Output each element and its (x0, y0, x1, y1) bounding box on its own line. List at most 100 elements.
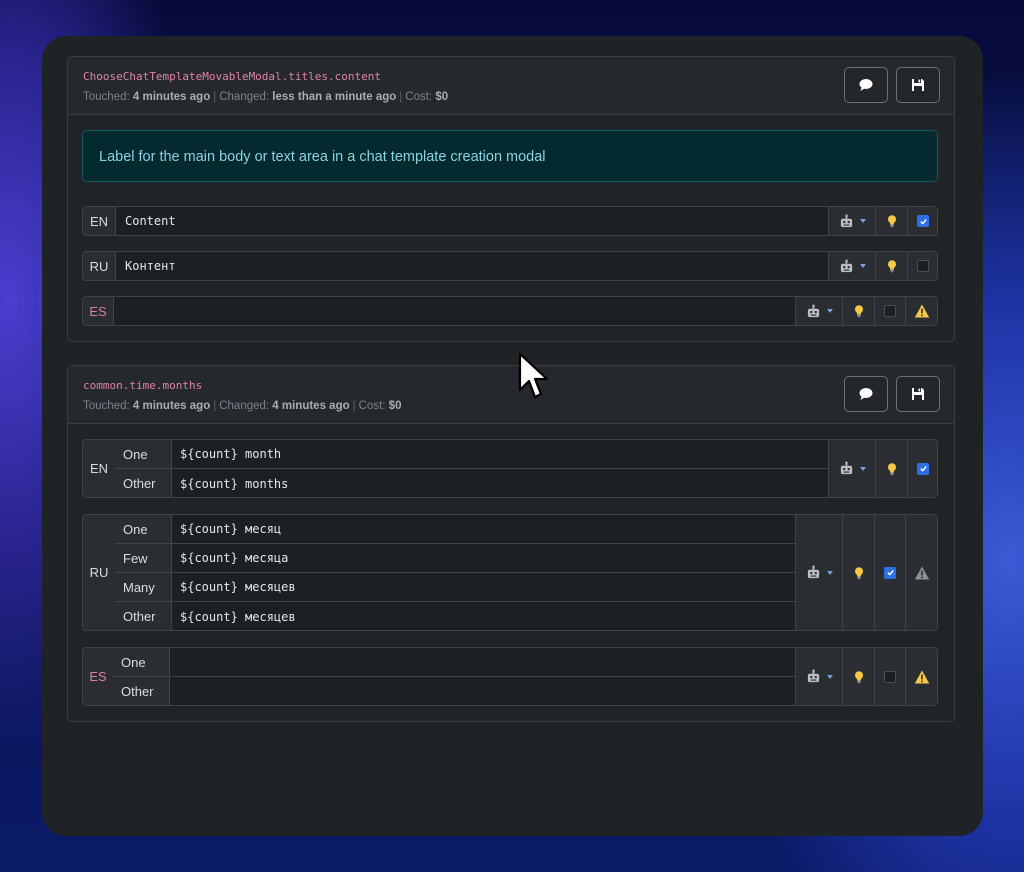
plural-label: Many (115, 573, 172, 601)
touched-value: 4 minutes ago (132, 400, 211, 412)
robot-icon (806, 669, 821, 684)
chevron-down-icon (859, 264, 866, 268)
approve-checkbox-cell[interactable] (874, 648, 905, 705)
translation-input[interactable] (170, 677, 796, 705)
plural-label: One (115, 515, 172, 543)
chevron-down-icon (859, 219, 866, 223)
translation-input[interactable] (114, 297, 795, 325)
save-button[interactable] (896, 67, 940, 103)
plural-row: One ${count} месяц (115, 515, 795, 544)
lang-code: RU (83, 252, 116, 280)
robot-icon (839, 461, 854, 476)
save-button[interactable] (896, 376, 940, 412)
lightbulb-icon (852, 670, 866, 684)
plural-label: Other (115, 469, 172, 497)
approve-checkbox[interactable] (917, 462, 929, 475)
warning-triangle-icon (914, 669, 930, 685)
lang-code: RU (83, 515, 116, 630)
translation-input[interactable]: ${count} месяцев (172, 602, 795, 630)
cost-value: $0 (435, 91, 449, 103)
approve-checkbox[interactable] (884, 670, 896, 683)
card-meta: Touched: 4 minutes ago | Changed: 4 minute… (83, 400, 402, 412)
plural-label: Other (113, 677, 170, 705)
plural-row: Many ${count} месяцев (115, 573, 795, 602)
plural-row: One (113, 648, 796, 677)
changed-value: 4 minutes ago (272, 400, 350, 412)
lang-code: EN (83, 207, 116, 235)
translation-input[interactable]: Контент (116, 252, 828, 280)
robot-icon (839, 214, 854, 229)
lightbulb-icon (885, 214, 899, 228)
suggest-button[interactable] (875, 252, 907, 280)
translation-input[interactable]: ${count} months (172, 469, 828, 497)
translation-card: common.time.months Touched: 4 minutes ag… (67, 365, 955, 722)
plural-row: One ${count} month (115, 440, 828, 469)
floppy-disk-icon (910, 77, 926, 93)
approve-checkbox-cell[interactable] (907, 440, 937, 497)
translation-input[interactable]: ${count} месяца (172, 544, 795, 572)
approve-checkbox-cell[interactable] (874, 515, 905, 630)
robot-icon (839, 259, 854, 274)
approve-checkbox[interactable] (884, 566, 896, 579)
comment-icon (858, 386, 874, 402)
translation-input[interactable]: Content (116, 207, 828, 235)
chevron-down-icon (826, 570, 833, 575)
suggest-button[interactable] (842, 648, 874, 705)
suggest-button[interactable] (842, 515, 874, 630)
robot-icon (806, 565, 821, 580)
comment-button[interactable] (844, 67, 888, 103)
translation-row-en: EN One ${count} month Other ${count} mon… (82, 439, 938, 498)
suggest-button[interactable] (875, 440, 907, 497)
approve-checkbox-cell[interactable] (874, 297, 905, 325)
mouse-cursor-icon (518, 352, 549, 399)
lang-code: ES (83, 648, 114, 705)
card-header: common.time.months Touched: 4 minutes ag… (68, 366, 954, 424)
plural-row: Other ${count} months (115, 469, 828, 497)
chevron-down-icon (826, 309, 833, 313)
approve-checkbox[interactable] (917, 260, 929, 272)
translation-row-ru: RU Контент (82, 251, 938, 281)
translation-key[interactable]: ChooseChatTemplateMovableModal.titles.co… (83, 70, 381, 83)
translation-row-ru: RU One ${count} месяц Few ${count} месяц… (82, 514, 938, 631)
suggest-button[interactable] (875, 207, 907, 235)
lightbulb-icon (885, 259, 899, 273)
ai-translate-dropdown[interactable] (828, 207, 875, 235)
ai-translate-dropdown[interactable] (828, 252, 875, 280)
translation-card: ChooseChatTemplateMovableModal.titles.co… (67, 56, 955, 342)
touched-value: 4 minutes ago (132, 91, 211, 103)
comment-button[interactable] (844, 376, 888, 412)
check-icon (919, 217, 928, 226)
approve-checkbox-cell[interactable] (907, 207, 937, 235)
approve-checkbox[interactable] (884, 305, 896, 317)
plural-label: One (115, 440, 172, 468)
approve-checkbox[interactable] (917, 215, 929, 227)
translation-input[interactable]: ${count} month (172, 440, 828, 468)
plural-label: One (113, 648, 170, 676)
warning-indicator (905, 515, 937, 630)
changed-value: less than a minute ago (272, 91, 397, 103)
translation-input[interactable]: ${count} месяц (172, 515, 795, 543)
plural-row: Other (113, 677, 796, 705)
ai-translate-dropdown[interactable] (795, 297, 842, 325)
translation-key[interactable]: common.time.months (83, 379, 202, 392)
ai-translate-dropdown[interactable] (828, 440, 875, 497)
description-box: Label for the main body or text area in … (82, 130, 938, 182)
ai-translate-dropdown[interactable] (795, 648, 842, 705)
floppy-disk-icon (910, 386, 926, 402)
lang-code: ES (83, 297, 114, 325)
ai-translate-dropdown[interactable] (795, 515, 842, 630)
translation-input[interactable]: ${count} месяцев (172, 573, 795, 601)
approve-checkbox-cell[interactable] (907, 252, 937, 280)
plural-label: Other (115, 602, 172, 630)
plural-row: Other ${count} месяцев (115, 602, 795, 630)
cost-value: $0 (388, 400, 402, 412)
comment-icon (858, 77, 874, 93)
lang-code: EN (83, 440, 116, 497)
suggest-button[interactable] (842, 297, 874, 325)
translation-row-es: ES One Other (82, 647, 938, 706)
chevron-down-icon (859, 466, 866, 471)
lightbulb-icon (885, 462, 899, 476)
plural-forms: One ${count} month Other ${count} months (115, 440, 828, 497)
translation-input[interactable] (170, 648, 796, 676)
plural-label: Few (115, 544, 172, 572)
